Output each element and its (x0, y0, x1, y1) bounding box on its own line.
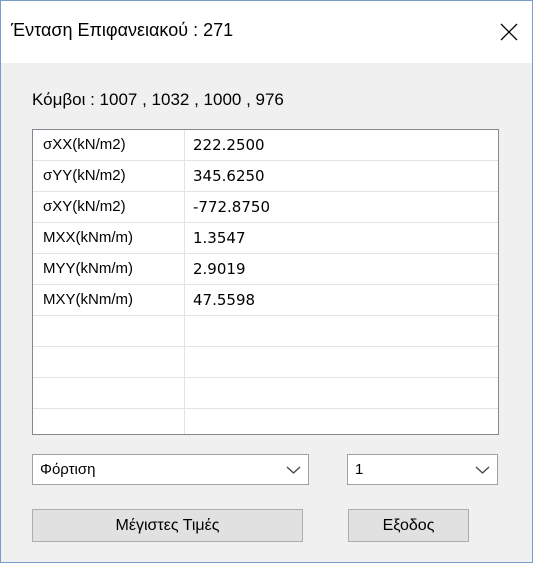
exit-button[interactable]: Εξοδος (348, 509, 469, 542)
quantity-value: 345.6250 (193, 167, 265, 185)
nodes-label: Κόμβοι : 1007 , 1032 , 1000 , 976 (32, 90, 284, 109)
quantity-value (185, 316, 193, 346)
quantity-name (33, 347, 185, 377)
quantity-name: σXX(kN/m2) (33, 130, 185, 160)
quantity-name: MYY(kNm/m) (33, 254, 185, 284)
title-bar: Ένταση Επιφανειακού : 271 (1, 1, 532, 63)
table-row[interactable]: MYY(kNm/m) 2.9019 (33, 254, 498, 285)
table-row[interactable] (33, 347, 498, 378)
quantity-name: MXX(kNm/m) (33, 223, 185, 253)
table-row[interactable]: σXX(kN/m2) 222.2500 (33, 130, 498, 161)
quantity-value (185, 409, 193, 434)
quantity-name: MXY(kNm/m) (33, 285, 185, 315)
case-number-select[interactable]: 1 (347, 454, 498, 485)
max-values-button[interactable]: Μέγιστες Τιμές (32, 509, 303, 542)
table-row[interactable]: σXY(kN/m2) -772.8750 (33, 192, 498, 223)
results-grid[interactable]: σXX(kN/m2) 222.2500 σYY(kN/m2) 345.6250 … (32, 129, 499, 435)
quantity-value: 2.9019 (193, 260, 246, 278)
quantity-name (33, 316, 185, 346)
quantity-name (33, 378, 185, 408)
quantity-value (185, 347, 193, 377)
quantity-name (33, 409, 185, 434)
chevron-down-icon (475, 466, 490, 474)
table-row[interactable]: σYY(kN/m2) 345.6250 (33, 161, 498, 192)
quantity-value (185, 378, 193, 408)
table-row[interactable] (33, 409, 498, 434)
close-button[interactable] (486, 1, 532, 63)
close-icon (500, 23, 518, 41)
quantity-value: 1.3547 (193, 229, 246, 247)
chevron-down-icon (286, 466, 301, 474)
quantity-value: -772.8750 (193, 198, 270, 216)
table-row[interactable] (33, 378, 498, 409)
load-case-select[interactable]: Φόρτιση (32, 454, 309, 485)
window-title: Ένταση Επιφανειακού : 271 (11, 20, 234, 40)
table-row[interactable]: MXY(kNm/m) 47.5598 (33, 285, 498, 316)
quantity-value: 222.2500 (193, 136, 265, 154)
quantity-name: σYY(kN/m2) (33, 161, 185, 191)
quantity-name: σXY(kN/m2) (33, 192, 185, 222)
case-number-value: 1 (355, 461, 364, 478)
dialog-window: Ένταση Επιφανειακού : 271 Κόμβοι : 1007 … (0, 0, 533, 563)
table-row[interactable]: MXX(kNm/m) 1.3547 (33, 223, 498, 254)
table-row[interactable] (33, 316, 498, 347)
load-case-value: Φόρτιση (40, 461, 96, 478)
quantity-value: 47.5598 (193, 291, 256, 309)
